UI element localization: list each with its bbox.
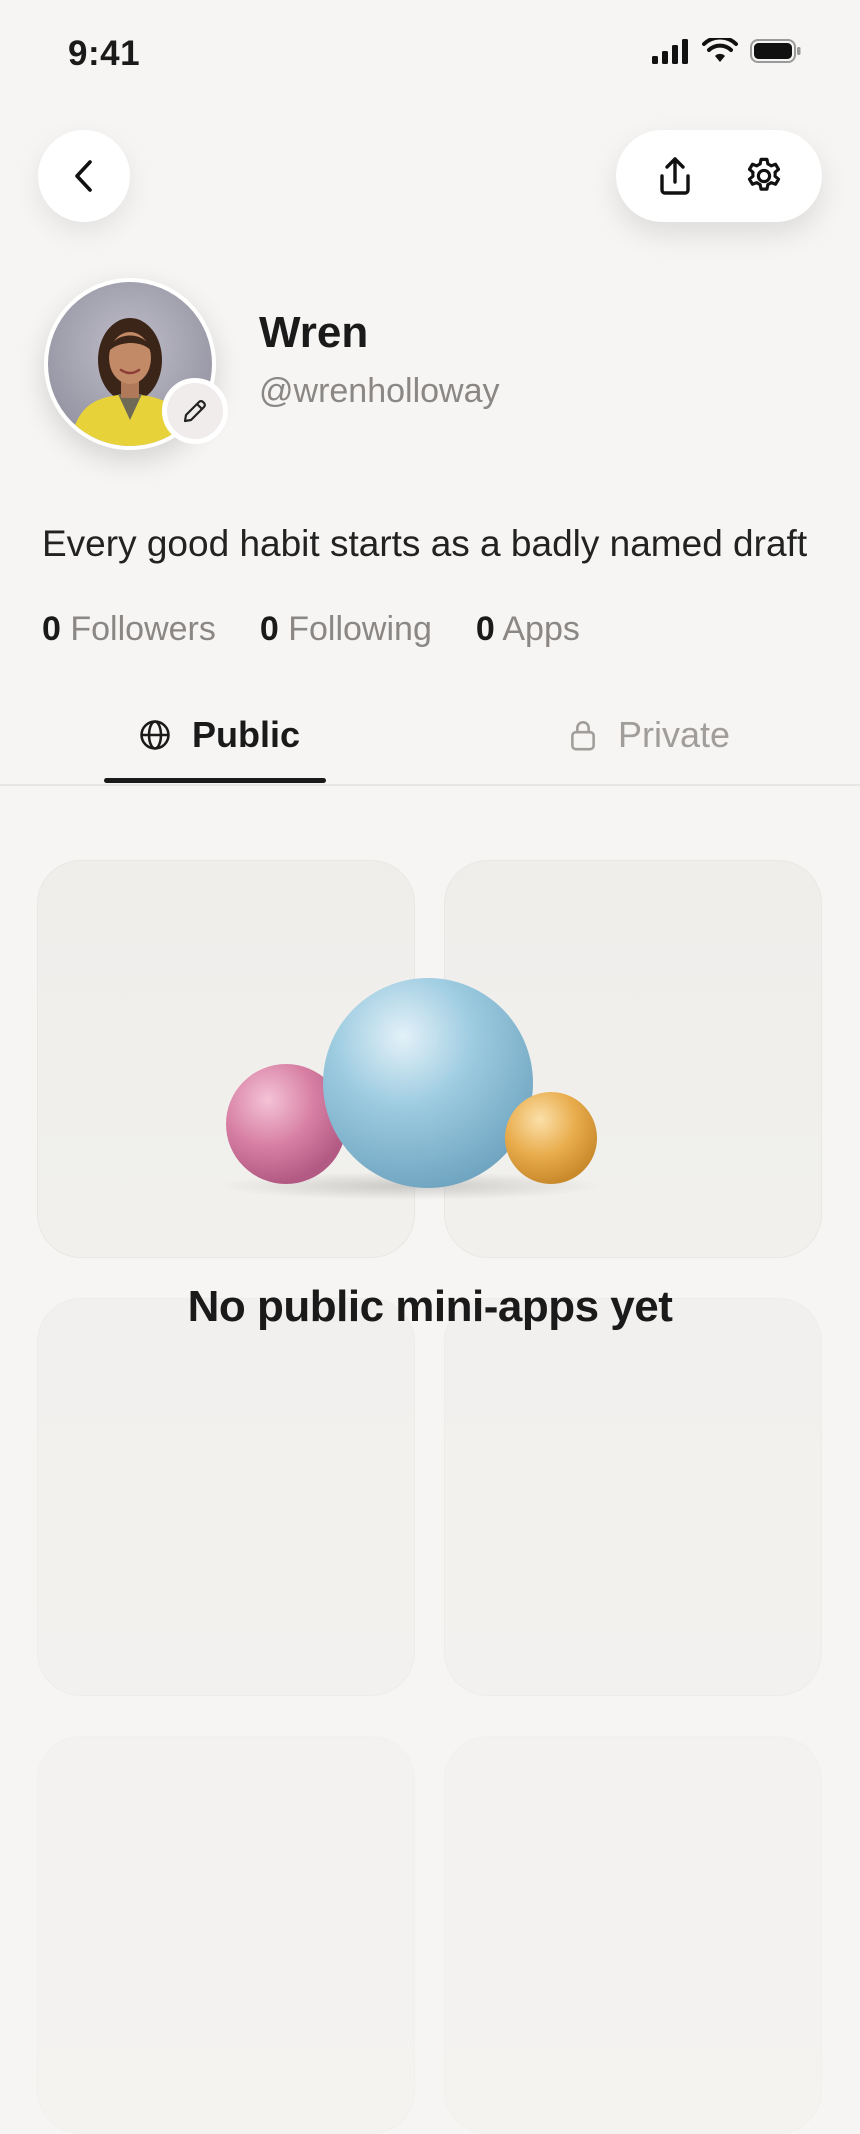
orb-blue	[323, 978, 533, 1188]
stat-followers[interactable]: 0 Followers	[42, 610, 216, 649]
profile-bio: Every good habit starts as a badly named…	[42, 523, 808, 564]
tab-label: Private	[618, 714, 731, 755]
status-time: 9:41	[68, 34, 141, 73]
orb-orange	[505, 1092, 597, 1184]
pencil-icon	[183, 400, 206, 423]
profile-stats: 0 Followers 0 Following 0 Apps	[42, 610, 580, 649]
lock-icon	[571, 721, 595, 751]
stat-label: Following	[288, 610, 432, 648]
active-tab-indicator	[104, 778, 326, 783]
stat-label: Followers	[70, 610, 216, 648]
stat-count: 0	[42, 610, 61, 648]
settings-button[interactable]	[734, 146, 794, 206]
stat-count: 0	[259, 610, 279, 648]
globe-icon	[140, 720, 170, 750]
back-button[interactable]	[38, 130, 130, 222]
stat-following[interactable]: 0 Following	[260, 610, 432, 649]
gear-icon	[747, 157, 780, 191]
profile-name: Wren	[259, 308, 369, 357]
signal-icon	[652, 39, 688, 64]
tab-private[interactable]: Private	[568, 714, 730, 756]
wifi-icon	[702, 38, 738, 62]
placeholder-tile	[444, 1736, 822, 2134]
avatar-wrap	[44, 278, 228, 450]
status-bar: 9:41	[0, 0, 860, 110]
visibility-tabs: Public Private	[0, 690, 860, 786]
top-actions	[616, 130, 822, 222]
tab-public[interactable]: Public	[138, 714, 300, 756]
stat-count: 0	[475, 610, 495, 648]
status-icons	[652, 38, 802, 64]
share-icon	[659, 157, 690, 195]
battery-icon	[750, 39, 801, 63]
placeholder-tile	[37, 1736, 415, 2134]
placeholder-tile	[37, 1298, 415, 1696]
stat-label: Apps	[502, 610, 580, 648]
share-button[interactable]	[645, 146, 705, 206]
edit-avatar-button[interactable]	[162, 378, 228, 444]
empty-state-title: No public mini-apps yet	[187, 1282, 673, 1331]
placeholder-tile	[444, 1298, 822, 1696]
chevron-left-icon	[75, 160, 92, 192]
tab-label: Public	[192, 714, 301, 755]
empty-state-orbs-illustration	[220, 978, 600, 1200]
profile-handle: @wrenholloway	[259, 372, 500, 410]
stat-apps[interactable]: 0 Apps	[476, 610, 580, 649]
